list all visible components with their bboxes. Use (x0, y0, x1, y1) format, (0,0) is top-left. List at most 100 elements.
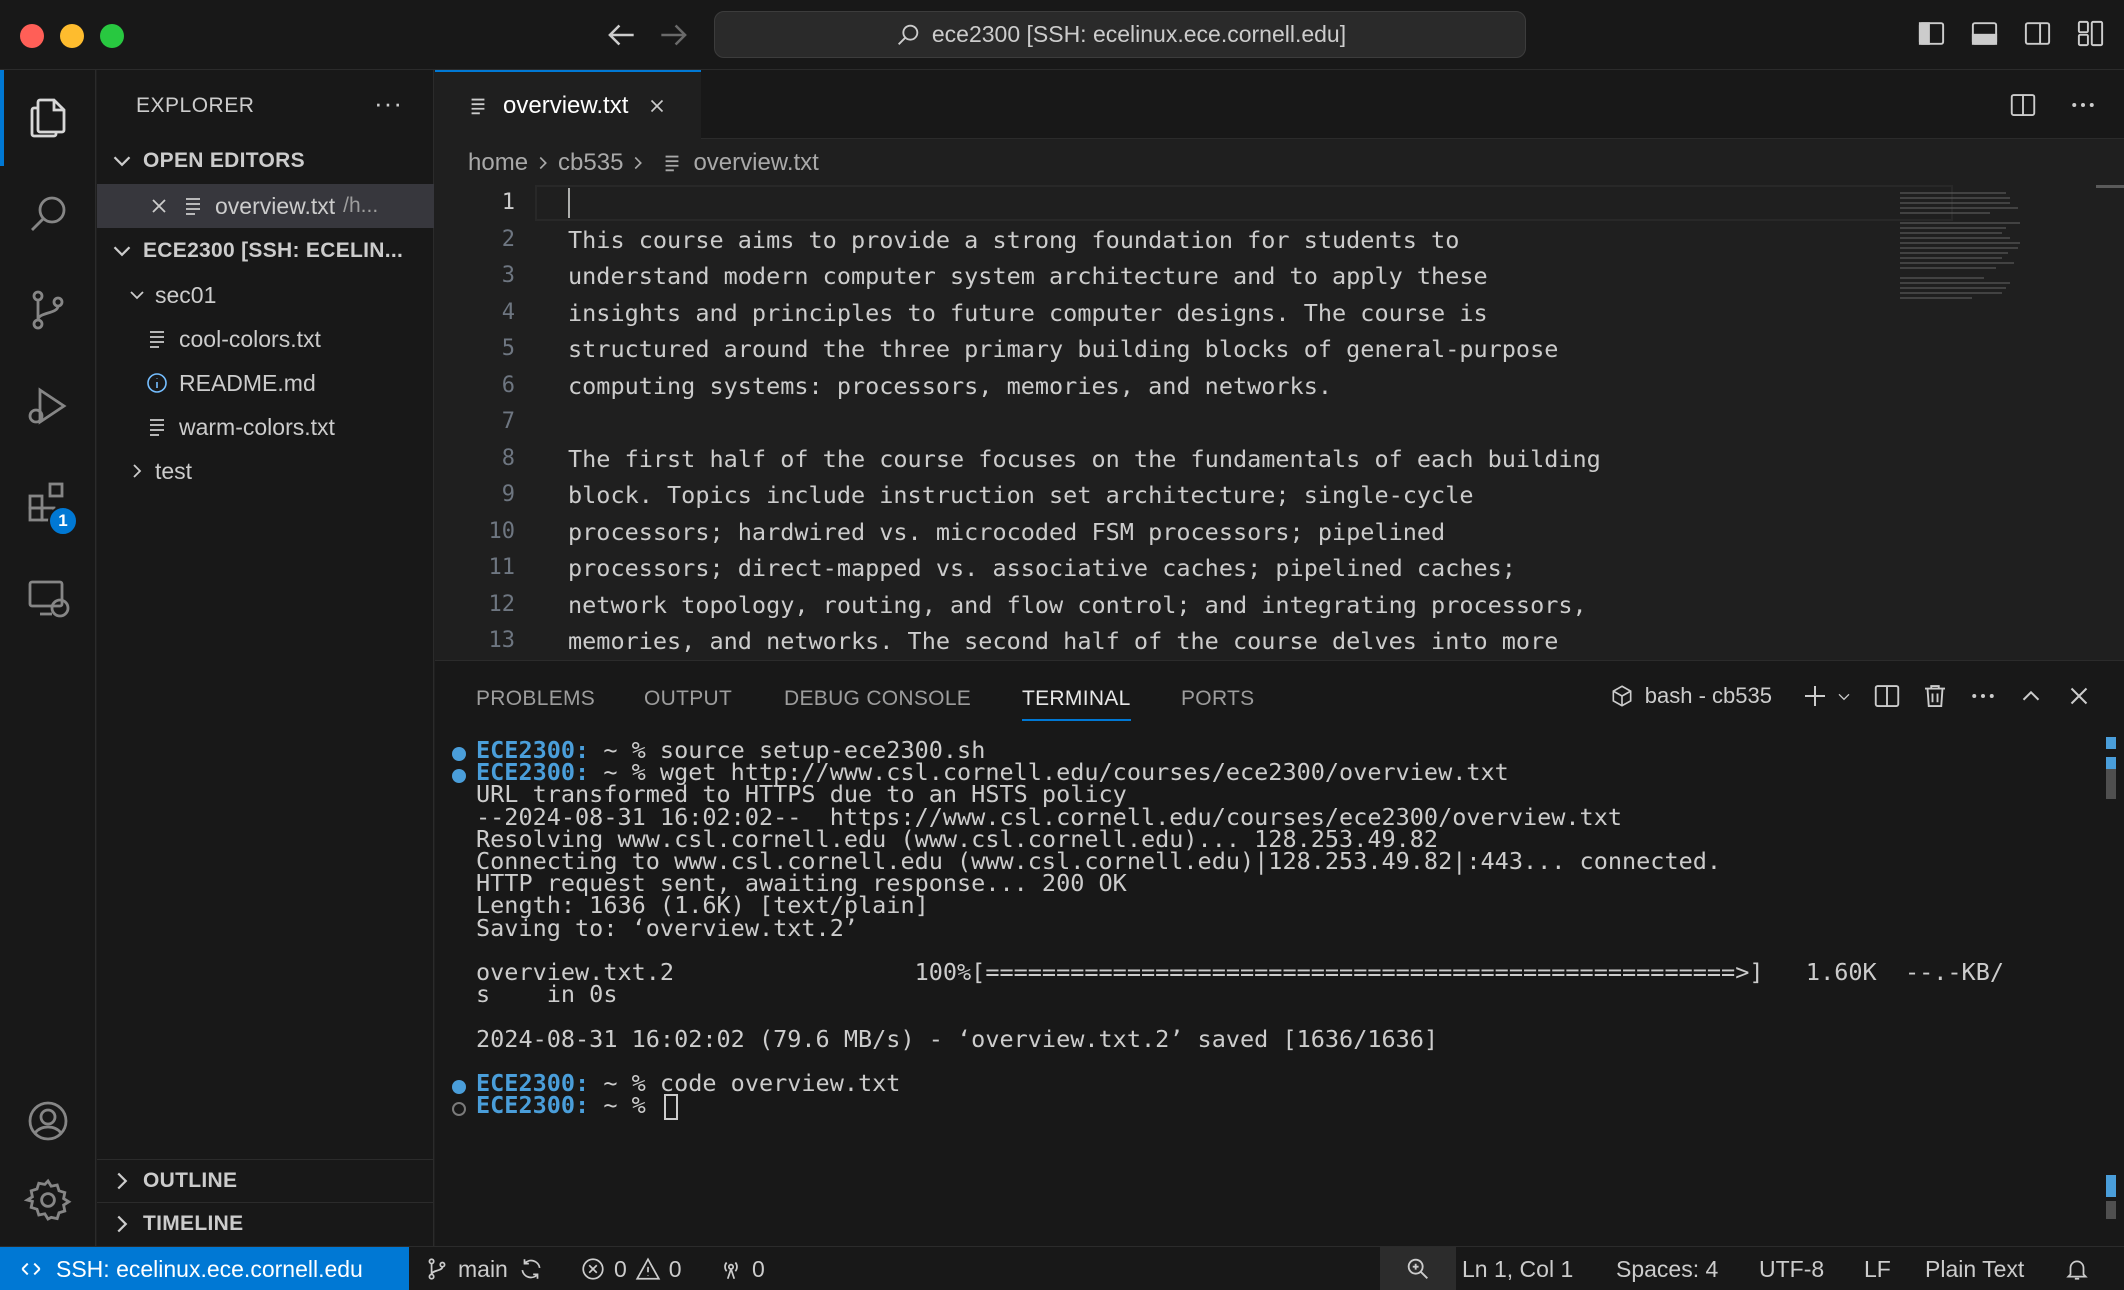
trash-icon[interactable] (1920, 681, 1950, 711)
tab-terminal[interactable]: TERMINAL (1022, 687, 1131, 721)
close-icon[interactable] (147, 194, 171, 218)
code-line[interactable]: processors; hardwired vs. microcoded FSM… (568, 514, 1445, 550)
tab-overview-txt[interactable]: overview.txt (435, 70, 701, 139)
command-status-dot[interactable] (452, 1080, 466, 1094)
terminal-line: s in 0s (476, 979, 617, 1009)
minimap-line (1900, 237, 2011, 239)
editor-tab-bar: overview.txt (435, 70, 2124, 139)
explorer-sidebar: EXPLORER ··· OPEN EDITORS overview.txt /… (97, 70, 434, 1246)
code-line[interactable]: The first half of the course focuses on … (568, 441, 1601, 477)
file-readme[interactable]: README.md (97, 361, 434, 405)
customize-layout-icon[interactable] (2075, 18, 2106, 49)
minimap-line (1900, 292, 2002, 294)
tab-ports[interactable]: PORTS (1181, 687, 1254, 711)
code-line[interactable]: understand modern computer system archit… (568, 258, 1488, 294)
terminal-line: ECE2300: ~ % (476, 1090, 678, 1120)
folder-sec01[interactable]: sec01 (97, 273, 434, 317)
code-line[interactable]: block. Topics include instruction set ar… (568, 477, 1473, 513)
terminal-output[interactable]: ECE2300: ~ % source setup-ece2300.sh ECE2… (435, 736, 2095, 1239)
open-editor-item[interactable]: overview.txt /h... (97, 184, 434, 228)
code-line[interactable]: memories, and networks. The second half … (568, 623, 1558, 659)
language-mode[interactable]: Plain Text (1925, 1247, 2024, 1290)
sidebar-more-button[interactable]: ··· (374, 88, 403, 119)
shell-label: bash - cb535 (1644, 683, 1772, 708)
zoom-button[interactable] (1380, 1247, 1456, 1290)
extensions-icon[interactable]: 1 (0, 454, 96, 550)
tab-output[interactable]: OUTPUT (644, 687, 732, 711)
split-terminal-icon[interactable] (1872, 681, 1902, 711)
file-cool-colors[interactable]: cool-colors.txt (97, 317, 434, 361)
code-line[interactable]: structured around the three primary buil… (568, 331, 1558, 367)
breadcrumb-item[interactable]: overview.txt (693, 149, 818, 177)
folder-test[interactable]: test (97, 449, 434, 493)
line-number-gutter: 1 2 3 4 5 6 7 8 9 10 11 12 13 (435, 185, 516, 660)
toggle-panel-icon[interactable] (1969, 18, 2000, 49)
text-editor[interactable]: 1 2 3 4 5 6 7 8 9 10 11 12 13 This course aims to pr… (435, 185, 2124, 660)
search-icon[interactable] (0, 166, 96, 262)
end-of-line[interactable]: LF (1864, 1247, 1891, 1290)
close-window-button[interactable] (20, 24, 44, 48)
workspace-section[interactable]: ECE2300 [SSH: ECELIN... (97, 229, 434, 273)
editor-scrollbar[interactable] (2096, 185, 2124, 188)
open-editors-section[interactable]: OPEN EDITORS (97, 139, 434, 183)
problems-indicator[interactable]: 0 0 (580, 1247, 682, 1290)
notifications-bell-icon[interactable] (2064, 1247, 2098, 1290)
line-number: 7 (501, 409, 515, 434)
code-line[interactable]: insights and principles to future comput… (568, 295, 1488, 331)
command-center[interactable]: ece2300 [SSH: ecelinux.ece.cornell.edu] (714, 11, 1526, 58)
command-status-dot[interactable] (452, 769, 466, 784)
breadcrumb-item[interactable]: home (468, 149, 528, 177)
branch-indicator[interactable]: main (424, 1247, 552, 1290)
minimap-line (1900, 222, 2020, 224)
indentation[interactable]: Spaces: 4 (1616, 1247, 1718, 1290)
ports-indicator[interactable]: 0 (718, 1247, 765, 1290)
chevron-right-icon (133, 464, 142, 478)
encoding[interactable]: UTF-8 (1759, 1247, 1824, 1290)
terminal-line: 2024-08-31 16:02:02 (79.6 MB/s) - ‘overv… (476, 1024, 1438, 1054)
sync-icon[interactable] (518, 1256, 544, 1282)
outline-label: OUTLINE (143, 1169, 238, 1192)
back-arrow-icon[interactable] (602, 16, 640, 54)
outline-section[interactable]: OUTLINE (97, 1159, 434, 1203)
more-actions-icon[interactable] (2068, 90, 2098, 120)
code-line[interactable]: network topology, routing, and flow cont… (568, 587, 1587, 623)
cursor-position[interactable]: Ln 1, Col 1 (1462, 1247, 1573, 1290)
explorer-icon[interactable] (0, 70, 96, 166)
text-file-icon (186, 198, 200, 215)
new-terminal-icon[interactable] (1800, 681, 1830, 711)
tab-debug-console[interactable]: DEBUG CONSOLE (784, 687, 971, 711)
split-editor-icon[interactable] (2008, 90, 2038, 120)
minimize-window-button[interactable] (60, 24, 84, 48)
command-status-dot[interactable] (452, 747, 466, 761)
chevron-down-icon[interactable] (1834, 681, 1854, 711)
toggle-primary-sidebar-icon[interactable] (1916, 18, 1947, 49)
timeline-section[interactable]: TIMELINE (97, 1202, 434, 1246)
terminal-scrollbar[interactable] (2106, 769, 2116, 799)
maximize-panel-icon[interactable] (2016, 681, 2046, 711)
toggle-secondary-sidebar-icon[interactable] (2022, 18, 2053, 49)
remote-indicator[interactable]: SSH: ecelinux.ece.cornell.edu (0, 1247, 409, 1290)
run-debug-icon[interactable] (0, 358, 96, 454)
minimap[interactable] (1900, 187, 2020, 317)
code-line[interactable]: computing systems: processors, memories,… (568, 368, 1332, 404)
close-icon[interactable] (646, 95, 668, 117)
terminal-selector[interactable]: bash - cb535 (1609, 683, 1772, 709)
chevron-down-icon (113, 156, 131, 167)
code-line[interactable]: This course aims to provide a strong fou… (568, 222, 1459, 258)
close-panel-icon[interactable] (2064, 681, 2094, 711)
zoom-window-button[interactable] (100, 24, 124, 48)
remote-explorer-icon[interactable] (0, 550, 96, 646)
command-status-dot[interactable] (452, 1102, 466, 1117)
more-actions-icon[interactable] (1968, 681, 1998, 711)
breadcrumb-item[interactable]: cb535 (558, 149, 623, 177)
terminal-scrollbar[interactable] (2106, 1201, 2116, 1219)
source-control-icon[interactable] (0, 262, 96, 358)
text-file-icon (150, 331, 164, 348)
forward-arrow-icon[interactable] (655, 16, 693, 54)
file-warm-colors[interactable]: warm-colors.txt (97, 405, 434, 449)
code-line[interactable]: processors; direct-mapped vs. associativ… (568, 550, 1516, 586)
tab-problems[interactable]: PROBLEMS (476, 687, 595, 711)
line-number: 5 (501, 336, 515, 361)
minimap-line (1900, 202, 2011, 204)
settings-gear-icon[interactable] (0, 1152, 96, 1248)
